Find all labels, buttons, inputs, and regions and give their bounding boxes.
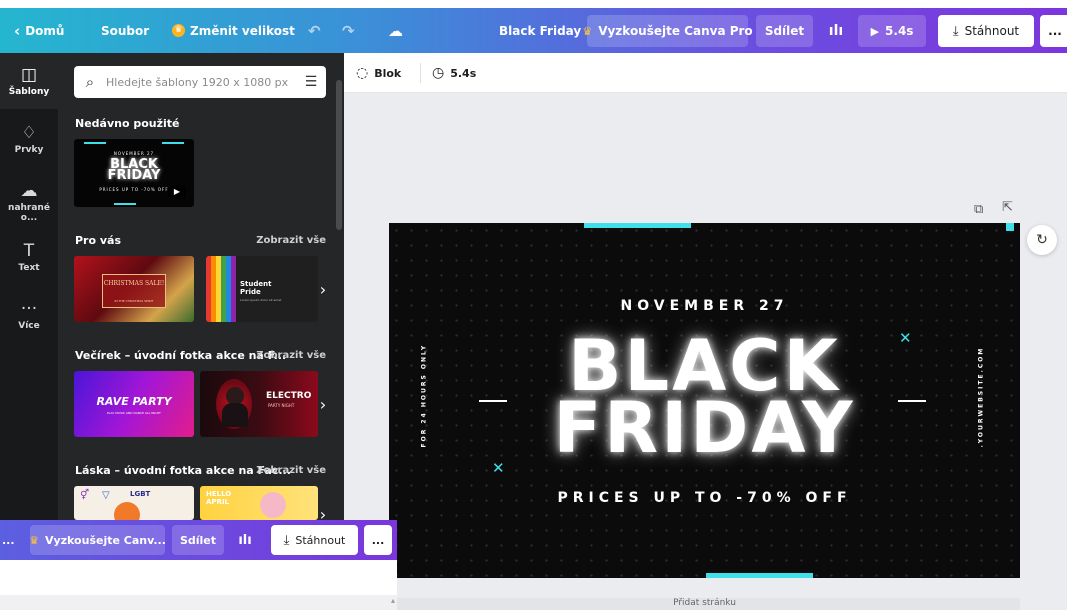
rail-item-elements[interactable]: ♢ Prvky <box>0 123 58 155</box>
add-page-icon[interactable]: ⇱ <box>1002 200 1013 215</box>
text-icon: T <box>23 241 35 261</box>
search-placeholder[interactable]: Hledejte šablony 1920 x 1080 px <box>106 76 296 89</box>
rail-item-text[interactable]: T Text <box>0 241 58 273</box>
redo-icon: ↷ <box>342 21 355 40</box>
canva-editor: ‹ Domů Soubor ♛ Změnit velikost ↶ ↷ ☁ Bl… <box>0 0 1067 610</box>
blok-button[interactable]: ◌ Blok <box>356 53 401 93</box>
download-icon: ⤓ <box>283 532 290 548</box>
resize-button[interactable]: ♛ Změnit velikost <box>172 8 295 53</box>
cloud-save-button[interactable]: ☁ <box>388 8 403 53</box>
toolbar-divider <box>420 63 421 83</box>
x-mark-icon: ✕ <box>899 329 912 347</box>
clock-icon: ◷ <box>432 65 445 81</box>
undo-button[interactable]: ↶ <box>308 8 321 53</box>
document-title[interactable]: Black Friday <box>499 8 581 53</box>
for-you-next-chevron-icon[interactable]: › <box>314 274 332 304</box>
bar-chart-icon: ılı <box>238 532 252 548</box>
try-pro-button[interactable]: ♛ Vyzkoušejte Canva Pro <box>582 15 753 47</box>
accent-bar-bottom <box>706 573 813 578</box>
templates-panel: ⌕ Hledejte šablony 1920 x 1080 px ☰ Nedá… <box>58 53 344 524</box>
accent-bar-top <box>584 223 691 228</box>
floating-share-button[interactable]: Sdílet <box>172 525 224 555</box>
redo-button[interactable]: ↷ <box>342 8 355 53</box>
party-see-all[interactable]: Zobrazit vše <box>256 350 326 361</box>
transparency-icon: ◌ <box>356 65 369 81</box>
accent-corner <box>1006 223 1014 231</box>
canvas-date[interactable]: NOVEMBER 27 <box>389 298 1020 314</box>
template-thumb-student-pride[interactable]: Student Pride Lorem ipsum dolor sit amet <box>206 256 318 322</box>
search-icon: ⌕ <box>85 73 95 91</box>
recent-title: Nedávno použité <box>75 117 180 130</box>
floating-more-button[interactable]: ... <box>364 525 392 555</box>
floating-insights-button[interactable]: ılı <box>230 525 260 555</box>
scroll-up-icon[interactable]: ▴ <box>391 596 395 605</box>
floating-download-button[interactable]: ⤓ Stáhnout <box>271 525 358 555</box>
x-mark-icon: ✕ <box>492 459 505 477</box>
gender-icon: ⚥ <box>80 490 90 501</box>
rail-item-uploads[interactable]: ☁ nahrané o... <box>0 181 58 223</box>
canvas-side-right[interactable]: .YOURWEBSITE.COM <box>978 347 985 448</box>
filter-icon[interactable]: ☰ <box>296 74 326 90</box>
edit-toolbar: ◌ Blok ◷ 5.4s <box>344 53 1067 93</box>
bar-chart-icon: ılı <box>828 23 844 39</box>
for-you-see-all[interactable]: Zobrazit vše <box>256 235 326 246</box>
refresh-comment-icon[interactable]: ↻ <box>1027 225 1057 255</box>
right-dash <box>898 400 926 402</box>
chevron-left-icon: ‹ <box>14 21 21 40</box>
panel-scrollbar[interactable] <box>336 80 342 230</box>
more-icon: ··· <box>20 299 38 319</box>
upload-icon: ☁ <box>20 181 38 201</box>
cloud-check-icon: ☁ <box>388 21 403 40</box>
party-title: Večírek – úvodní fotka akce na F... <box>75 349 287 362</box>
canvas-offer[interactable]: PRICES UP TO -70% OFF <box>389 490 1020 506</box>
left-dash <box>479 400 507 402</box>
rail-item-templates[interactable]: ◫ Šablony <box>0 53 58 109</box>
crown-icon: ♛ <box>29 533 39 547</box>
for-you-title: Pro vás <box>75 234 122 247</box>
download-button[interactable]: ⤓ Stáhnout <box>938 15 1034 47</box>
insights-button[interactable]: ılı <box>820 15 852 47</box>
duplicate-page-icon[interactable]: ⧉ <box>974 202 983 217</box>
floating-content-area <box>0 560 397 595</box>
more-button[interactable]: ... <box>1040 15 1067 47</box>
play-icon: ▶ <box>870 24 880 38</box>
floating-title-fragment[interactable]: ... <box>2 520 15 560</box>
template-thumb-rave-party[interactable]: RAVE PARTY PLAY MUSIC AND DANCE ALL NIGH… <box>74 371 194 437</box>
duration-button[interactable]: ◷ 5.4s <box>432 53 476 93</box>
crown-icon: ♛ <box>582 24 593 38</box>
canvas-headline[interactable]: BLACK FRIDAY <box>389 331 1020 463</box>
download-icon: ⤓ <box>952 23 959 39</box>
rail-item-more[interactable]: ··· Více <box>0 299 58 331</box>
floating-footer: ▴ <box>0 595 397 610</box>
elements-icon: ♢ <box>21 123 37 143</box>
floating-toolbar: ... ♛ Vyzkoušejte Canv... Sdílet ılı ⤓ S… <box>0 520 397 560</box>
home-label: Domů <box>25 23 65 38</box>
template-thumb-christmas[interactable]: CHRISTMAS SALE! IN THE CHRISTMAS SPIRIT <box>74 256 194 322</box>
triangle-icon: ▽ <box>102 490 110 501</box>
template-icon: ◫ <box>20 65 38 85</box>
crown-icon: ♛ <box>172 24 185 37</box>
party-next-chevron-icon[interactable]: › <box>314 389 332 419</box>
add-page-strip[interactable]: Přidat stránku <box>389 598 1020 610</box>
love-see-all[interactable]: Zobrazit vše <box>256 465 326 476</box>
recent-template-thumb[interactable]: NOVEMBER 27 BLACK FRIDAY PRICES UP TO -7… <box>74 139 194 207</box>
top-toolbar: ‹ Domů Soubor ♛ Změnit velikost ↶ ↷ ☁ Bl… <box>0 8 1067 53</box>
floating-try-pro-button[interactable]: ♛ Vyzkoušejte Canv... <box>29 525 166 555</box>
play-button[interactable]: ▶ 5.4s <box>858 15 926 47</box>
share-button[interactable]: Sdílet <box>756 15 813 47</box>
template-search[interactable]: ⌕ Hledejte šablony 1920 x 1080 px ☰ <box>74 66 326 98</box>
home-button[interactable]: ‹ Domů <box>14 8 64 53</box>
undo-icon: ↶ <box>308 21 321 40</box>
play-icon: ▶ <box>168 185 186 199</box>
template-thumb-hello-april[interactable]: HELLO APRIL <box>200 486 318 520</box>
template-thumb-lgbt[interactable]: ⚥ ▽ LGBT <box>74 486 194 520</box>
file-menu[interactable]: Soubor <box>101 8 149 53</box>
left-rail: ◫ Šablony ♢ Prvky ☁ nahrané o... T Text … <box>0 53 58 520</box>
design-canvas[interactable]: NOVEMBER 27 BLACK FRIDAY PRICES UP TO -7… <box>389 223 1020 578</box>
template-thumb-electro[interactable]: ELECTRO PARTY NIGHT <box>200 371 318 437</box>
canvas-side-left[interactable]: FOR 24 HOURS ONLY <box>421 344 428 448</box>
